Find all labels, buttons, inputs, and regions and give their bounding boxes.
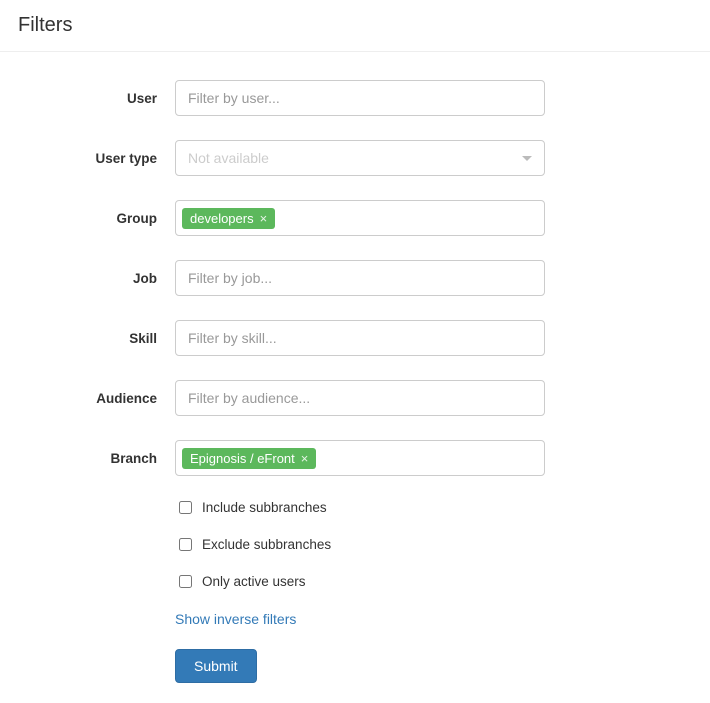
show-inverse-filters-link[interactable]: Show inverse filters: [175, 611, 296, 627]
include-subbranches-checkbox[interactable]: [179, 501, 192, 514]
chevron-down-icon: [522, 156, 532, 161]
row-branch: Branch Epignosis / eFront ×: [20, 440, 690, 476]
label-group: Group: [20, 211, 175, 226]
row-skill: Skill: [20, 320, 690, 356]
label-skill: Skill: [20, 331, 175, 346]
submit-button[interactable]: Submit: [175, 649, 257, 683]
branch-tag: Epignosis / eFront ×: [182, 448, 316, 469]
filters-form: User User type Not available Group devel…: [0, 52, 710, 703]
row-submit: Submit: [175, 649, 690, 683]
page-title: Filters: [18, 14, 692, 37]
group-tag-label: developers: [190, 211, 254, 226]
group-input[interactable]: developers ×: [175, 200, 545, 236]
exclude-subbranches-label: Exclude subbranches: [202, 537, 331, 552]
row-group: Group developers ×: [20, 200, 690, 236]
row-include-subbranches: Include subbranches: [175, 500, 690, 515]
skill-input[interactable]: [175, 320, 545, 356]
user-type-select[interactable]: Not available: [175, 140, 545, 176]
branch-tag-label: Epignosis / eFront: [190, 451, 295, 466]
group-tag: developers ×: [182, 208, 275, 229]
audience-input[interactable]: [175, 380, 545, 416]
user-type-placeholder: Not available: [188, 150, 269, 166]
row-audience: Audience: [20, 380, 690, 416]
close-icon[interactable]: ×: [260, 212, 268, 225]
branch-input[interactable]: Epignosis / eFront ×: [175, 440, 545, 476]
user-input[interactable]: [175, 80, 545, 116]
label-user: User: [20, 91, 175, 106]
close-icon[interactable]: ×: [301, 452, 309, 465]
row-exclude-subbranches: Exclude subbranches: [175, 537, 690, 552]
job-input[interactable]: [175, 260, 545, 296]
exclude-subbranches-checkbox[interactable]: [179, 538, 192, 551]
filters-header: Filters: [0, 0, 710, 52]
row-job: Job: [20, 260, 690, 296]
row-user: User: [20, 80, 690, 116]
label-user-type: User type: [20, 151, 175, 166]
label-job: Job: [20, 271, 175, 286]
row-inverse-link: Show inverse filters: [175, 611, 690, 627]
include-subbranches-label: Include subbranches: [202, 500, 327, 515]
label-branch: Branch: [20, 451, 175, 466]
row-user-type: User type Not available: [20, 140, 690, 176]
row-active-users: Only active users: [175, 574, 690, 589]
active-users-label: Only active users: [202, 574, 306, 589]
label-audience: Audience: [20, 391, 175, 406]
active-users-checkbox[interactable]: [179, 575, 192, 588]
